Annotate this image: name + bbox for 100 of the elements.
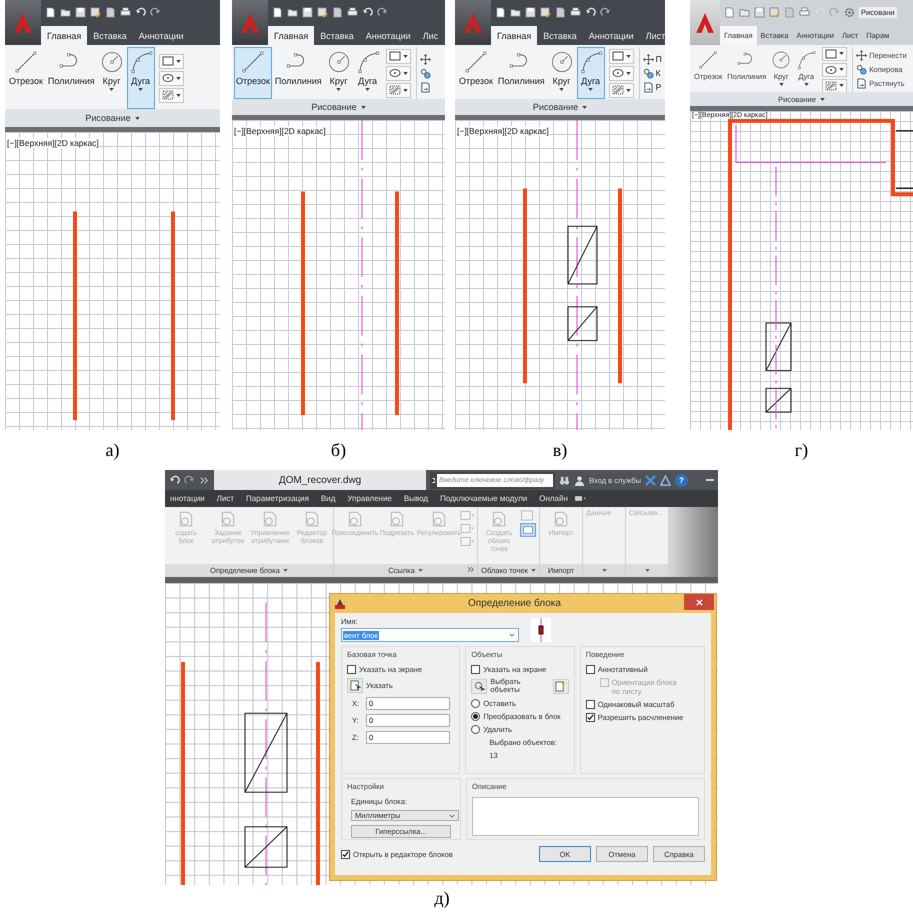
split-button[interactable]: [608, 66, 634, 80]
ribbon-tab[interactable]: Параметризация: [241, 492, 314, 505]
ribbon-tab[interactable]: Вставка: [314, 26, 360, 45]
panel-title-button[interactable]: Рисование: [81, 112, 144, 124]
modify-tool-button[interactable]: [420, 82, 431, 92]
ribbon-tab[interactable]: Аннотации: [360, 26, 417, 45]
ribbon-tab[interactable]: Онлайн: [534, 492, 573, 505]
pick-point-button[interactable]: [347, 678, 363, 693]
split-button[interactable]: [158, 70, 184, 86]
draw-tool-button[interactable]: Круг: [548, 47, 576, 99]
help-button[interactable]: ?: [675, 474, 688, 486]
page-icon[interactable]: [45, 6, 56, 18]
checkbox-box[interactable]: [347, 665, 356, 674]
undo-icon[interactable]: [585, 6, 596, 18]
ribbon-tab[interactable]: ннотации: [165, 492, 210, 505]
ribbon-tab[interactable]: Главная: [41, 26, 88, 45]
more-icon[interactable]: [199, 474, 210, 486]
folder-icon[interactable]: [510, 6, 521, 18]
modify-tool-button[interactable]: [420, 54, 431, 64]
document-icon[interactable]: [555, 6, 566, 18]
printer-icon[interactable]: [347, 6, 358, 18]
undo-icon[interactable]: [135, 6, 146, 18]
modify-tool-button[interactable]: [420, 68, 431, 78]
viewport-label[interactable]: [−][Верхняя][2D каркас]: [234, 126, 326, 136]
folder-icon[interactable]: [287, 6, 298, 18]
page-icon[interactable]: [272, 6, 283, 18]
draw-tool-button[interactable]: Полилиния: [496, 47, 547, 99]
draw-tool-button[interactable]: Отрезок: [234, 47, 272, 99]
ribbon-tab[interactable]: Лис: [416, 26, 444, 45]
split-button[interactable]: [608, 82, 634, 98]
viewport-label[interactable]: [−][Верхняя][2D каркас]: [457, 126, 549, 136]
modify-tool-button[interactable]: К: [642, 68, 662, 78]
ribbon-tab[interactable]: Вид: [316, 492, 340, 505]
binoculars-icon[interactable]: [559, 474, 570, 486]
draw-tool-button[interactable]: Дуга: [576, 47, 605, 99]
small-tool-icon[interactable]: [520, 523, 536, 537]
ribbon-tab[interactable]: Главная: [268, 26, 314, 45]
draw-tool-button[interactable]: Дуга: [126, 47, 155, 109]
ribbon-tab[interactable]: Управление: [342, 492, 397, 505]
close-button[interactable]: [684, 594, 714, 610]
ribbon-tab[interactable]: Аннотации: [582, 26, 640, 45]
printer-icon[interactable]: [570, 6, 581, 18]
split-button[interactable]: [158, 54, 184, 68]
floppy-icon[interactable]: [525, 6, 536, 18]
ribbon-tab[interactable]: Вставка: [87, 26, 133, 45]
redo-icon[interactable]: [600, 6, 611, 18]
triangle-logo-icon[interactable]: [660, 474, 671, 486]
draw-tool-button[interactable]: Дуга: [354, 47, 382, 99]
folder-icon[interactable]: [60, 6, 71, 18]
draw-tool-button[interactable]: Круг: [324, 47, 353, 99]
document-icon[interactable]: [332, 6, 343, 18]
split-button[interactable]: [822, 62, 848, 76]
split-button[interactable]: [158, 88, 184, 102]
redo-icon[interactable]: [150, 6, 161, 18]
draw-tool-button[interactable]: Полилиния: [272, 47, 324, 99]
panel-title-button[interactable]: Рисование: [307, 101, 370, 113]
radio-button[interactable]: [471, 698, 480, 708]
quick-select-button[interactable]: [552, 678, 569, 694]
checkbox-box[interactable]: [471, 665, 480, 674]
redo-icon[interactable]: [377, 6, 388, 18]
application-menu-button[interactable]: [690, 0, 720, 45]
minimize-icon[interactable]: [706, 478, 714, 482]
floppy-pencil-icon[interactable]: [90, 6, 101, 18]
radio-button[interactable]: [471, 712, 480, 720]
panel-title-button[interactable]: Рисование: [528, 101, 592, 113]
floppy-pencil-icon[interactable]: [540, 6, 551, 18]
split-button[interactable]: [822, 46, 848, 60]
split-button[interactable]: [386, 66, 411, 80]
floppy-icon[interactable]: [302, 6, 313, 18]
split-button[interactable]: [608, 48, 634, 64]
description-field[interactable]: [472, 797, 699, 836]
split-button[interactable]: [386, 82, 411, 98]
draw-tool-button[interactable]: Полилиния: [46, 47, 97, 109]
undo-icon[interactable]: [169, 474, 180, 486]
checkbox-box[interactable]: [586, 700, 595, 709]
redo-icon[interactable]: [184, 474, 195, 486]
ribbon-tab[interactable]: Подключаемые модули: [435, 492, 532, 505]
ribbon-tab[interactable]: Лист: [640, 26, 665, 45]
radio-button[interactable]: [471, 724, 480, 734]
ribbon-tab[interactable]: Вставка: [537, 26, 583, 45]
expand-icon[interactable]: [468, 567, 474, 572]
page-icon[interactable]: [495, 6, 506, 18]
draw-tool-button[interactable]: Отрезок: [457, 47, 495, 99]
modify-tool-button[interactable]: П: [642, 54, 662, 64]
modify-tool-button[interactable]: Р: [642, 82, 662, 92]
checkbox-box[interactable]: [341, 850, 350, 858]
select-objects-button[interactable]: [471, 678, 488, 694]
draw-tool-button[interactable]: Отрезок: [7, 47, 45, 109]
printer-icon[interactable]: [120, 6, 131, 18]
floppy-icon[interactable]: [75, 6, 86, 18]
gear-icon[interactable]: [844, 6, 855, 18]
split-button[interactable]: [386, 48, 411, 64]
floppy-pencil-icon[interactable]: [317, 6, 328, 18]
document-icon[interactable]: [105, 6, 116, 18]
viewport-label[interactable]: [−][Верхняя][2D каркас]: [7, 138, 99, 148]
split-button[interactable]: [822, 78, 848, 92]
checkbox-box[interactable]: [586, 713, 595, 722]
ribbon-tab[interactable]: Вывод: [398, 492, 434, 505]
draw-tool-button[interactable]: Круг: [98, 47, 126, 109]
checkbox-box[interactable]: [586, 665, 595, 674]
